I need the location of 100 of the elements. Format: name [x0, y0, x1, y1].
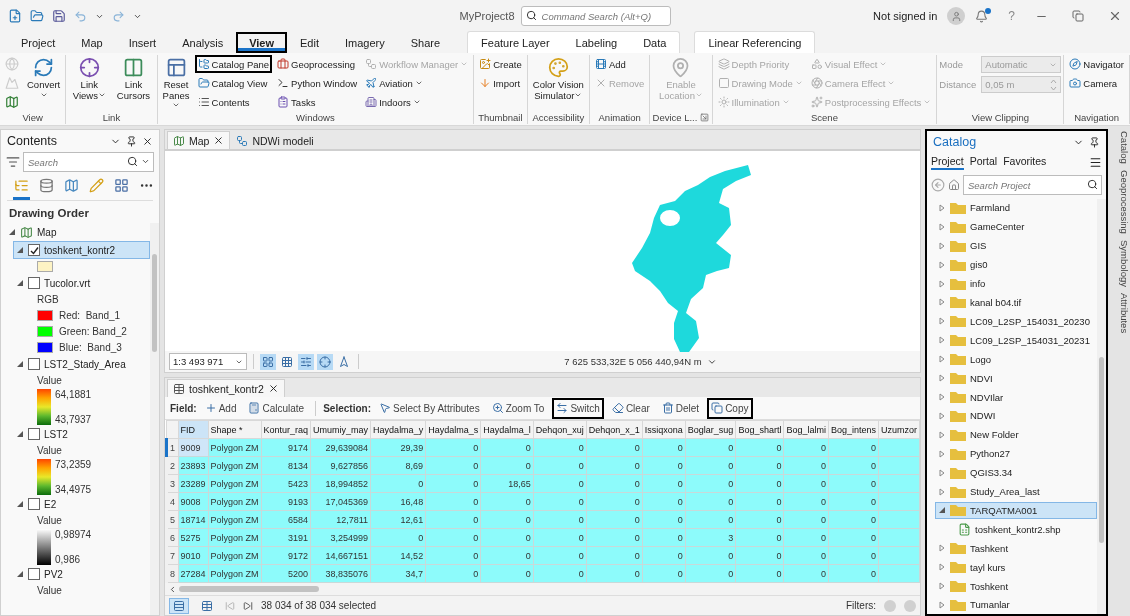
catalog-item[interactable]: gis0 — [935, 255, 1097, 274]
ribbon-button[interactable]: Tasks — [274, 93, 361, 111]
expand-arrow-icon[interactable] — [938, 468, 946, 477]
filter-toggle-icon[interactable] — [904, 599, 916, 612]
expand-arrow-icon[interactable] — [16, 500, 24, 508]
toolbar-button[interactable]: Select By Attributes — [374, 397, 484, 419]
scrollbar[interactable] — [150, 223, 159, 615]
toolbar-button[interactable]: Clear — [607, 397, 654, 419]
column-header[interactable]: Haydalma_l — [480, 420, 534, 439]
ribbon-button[interactable]: Camera — [1066, 74, 1127, 92]
expand-arrow-icon[interactable] — [16, 360, 24, 368]
scrollbar[interactable] — [165, 583, 920, 595]
expand-arrow-icon[interactable] — [938, 374, 946, 383]
catalog-item[interactable]: GIS — [935, 236, 1097, 255]
catalog-item[interactable]: NDWI — [935, 406, 1097, 425]
expand-arrow-icon[interactable] — [938, 449, 946, 458]
ribbon-button[interactable]: Color Vision Simulator — [529, 55, 587, 104]
expand-arrow-icon[interactable] — [938, 279, 946, 288]
ribbon-tab[interactable]: Linear Referencing — [695, 32, 815, 53]
ribbon-button[interactable]: Link Views — [68, 55, 111, 104]
ribbon-tab[interactable]: Data — [630, 32, 680, 53]
table-view-button[interactable] — [169, 597, 189, 614]
checkbox[interactable] — [28, 358, 40, 370]
expand-arrow-icon[interactable] — [938, 430, 946, 439]
catalog-item[interactable]: NDVIlar — [935, 388, 1097, 406]
layer-row[interactable]: E2 — [13, 495, 150, 513]
ribbon-button[interactable]: Add — [591, 55, 648, 73]
ribbon-button[interactable]: Aviation — [362, 74, 472, 92]
expand-arrow-icon[interactable] — [16, 570, 24, 578]
expand-arrow-icon[interactable] — [938, 336, 946, 345]
ribbon-button[interactable]: Reset Panes — [159, 55, 193, 114]
catalog-item[interactable]: Python27 — [935, 444, 1097, 463]
restore-icon[interactable] — [1072, 10, 1084, 22]
catalog-item[interactable]: Logo — [935, 350, 1097, 369]
toolbar-button[interactable]: Calculate — [244, 397, 309, 419]
ribbon-button[interactable]: Link Cursors — [112, 55, 155, 104]
document-tab[interactable]: toshkent_kontr2 — [167, 379, 285, 397]
close-icon[interactable] — [213, 135, 225, 146]
catalog-item[interactable]: Tashkent — [935, 539, 1097, 558]
notification-icon[interactable] — [975, 9, 989, 23]
catalog-item[interactable]: LC09_L2SP_154031_20231 — [935, 331, 1097, 350]
expand-arrow-icon[interactable] — [938, 601, 946, 609]
home-icon[interactable] — [948, 179, 960, 191]
pane-tab[interactable]: Project — [931, 154, 964, 170]
pane-tab[interactable]: Favorites — [1003, 154, 1047, 170]
checkbox[interactable] — [28, 568, 40, 580]
column-header[interactable]: Uzumzor — [878, 420, 920, 439]
expand-arrow-icon[interactable] — [938, 411, 946, 420]
scale-select[interactable]: 1:3 493 971 — [169, 353, 247, 370]
ribbon-button[interactable]: Create — [476, 55, 525, 73]
column-header[interactable]: Bog_lalmi — [783, 420, 829, 439]
column-header[interactable]: Dehqon_x_1 — [586, 420, 643, 439]
expand-arrow-icon[interactable] — [938, 241, 946, 250]
toolbar-button[interactable]: Switch — [552, 397, 604, 419]
checkbox[interactable] — [28, 244, 40, 256]
toolbar-button[interactable]: Zoom To — [487, 397, 549, 419]
expand-arrow-icon[interactable] — [938, 393, 946, 401]
back-icon[interactable] — [931, 178, 945, 192]
side-tab[interactable]: Symbology — [1112, 239, 1130, 287]
save-icon[interactable] — [52, 9, 66, 23]
document-tab[interactable]: NDWi modeli — [230, 131, 320, 149]
catalog-item[interactable]: Tumanlar — [935, 596, 1097, 614]
side-tab[interactable]: Attributes — [1112, 292, 1130, 333]
column-header[interactable]: Shape * — [208, 420, 262, 439]
ribbon-button[interactable]: Navigator — [1066, 55, 1127, 73]
expand-arrow-icon[interactable] — [16, 279, 24, 287]
column-header[interactable]: Umumiy_may — [310, 420, 371, 439]
expand-arrow-icon[interactable] — [938, 487, 946, 496]
catalog-item[interactable]: info — [935, 274, 1097, 293]
search-field[interactable]: Search — [23, 152, 154, 172]
ribbon-button[interactable]: Python Window — [274, 74, 361, 92]
expand-arrow-icon[interactable] — [938, 260, 946, 269]
map-toggle[interactable] — [317, 353, 333, 370]
pane-tab[interactable]: Portal — [969, 154, 998, 170]
column-header[interactable]: FID — [178, 420, 209, 439]
catalog-item[interactable]: kanal b04.tif — [935, 293, 1097, 312]
column-header[interactable]: Bog_intens — [828, 420, 879, 439]
layer-row[interactable]: PV2 — [13, 565, 150, 583]
catalog-item[interactable]: Toshkent — [935, 577, 1097, 596]
catalog-item[interactable]: tayl kurs — [935, 558, 1097, 577]
toolbar-button[interactable]: Add — [200, 397, 241, 419]
column-header[interactable]: Boglar_sug — [685, 420, 736, 439]
expand-arrow-icon[interactable] — [938, 544, 946, 553]
ribbon-tab[interactable]: Share — [397, 32, 454, 53]
close-icon[interactable] — [142, 135, 153, 147]
close-icon[interactable] — [1108, 9, 1122, 23]
menu-icon[interactable] — [1089, 155, 1102, 169]
ribbon-button[interactable]: Catalog Pane — [194, 55, 273, 73]
ribbon-tab[interactable]: Insert — [115, 32, 170, 53]
scroll-left-icon[interactable] — [168, 584, 177, 594]
ribbon-button[interactable]: Geoprocessing — [274, 55, 361, 73]
ribbon-tab[interactable]: Map — [68, 32, 116, 53]
expand-arrow-icon[interactable] — [16, 430, 24, 438]
column-header[interactable]: Dehqon_xuj — [533, 420, 587, 439]
expand-arrow-icon[interactable] — [8, 228, 16, 236]
ribbon-button[interactable]: Import — [476, 74, 525, 92]
layer-row[interactable]: LST2 — [13, 425, 150, 443]
scrollbar[interactable] — [1097, 199, 1106, 614]
catalog-item[interactable]: toshkent_kontr2.shp — [955, 520, 1097, 539]
layer-row[interactable]: toshkent_kontr2 — [13, 241, 150, 259]
